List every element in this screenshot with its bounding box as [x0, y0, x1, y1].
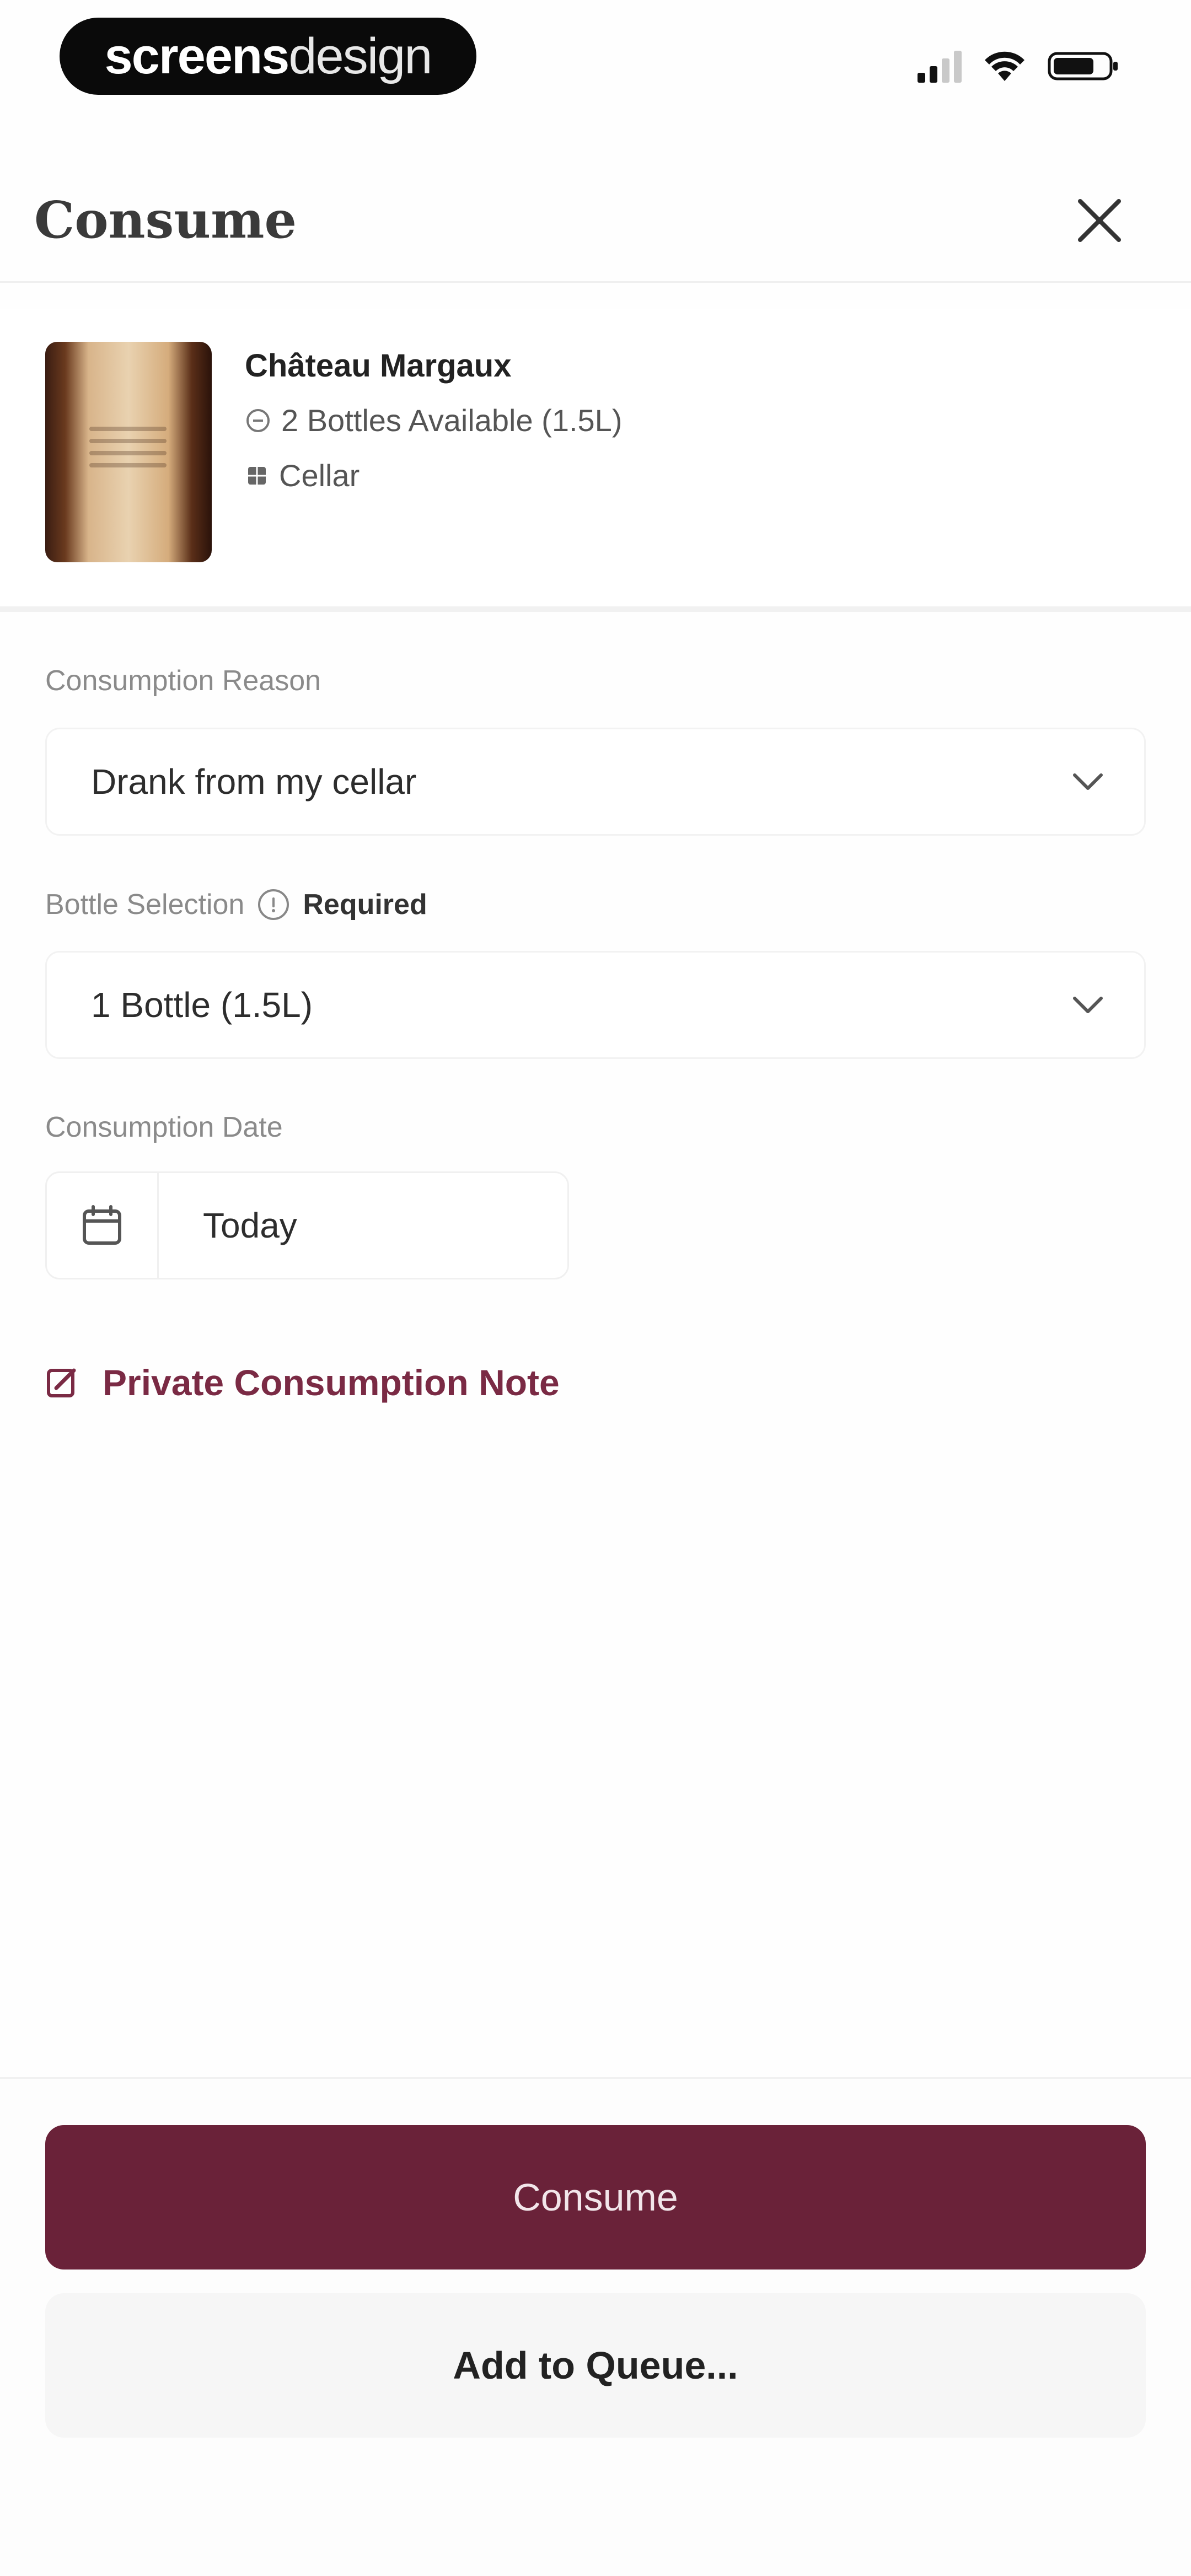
- add-to-queue-button[interactable]: Add to Queue...: [45, 2293, 1146, 2438]
- close-icon: [1078, 199, 1121, 242]
- consumption-reason-select[interactable]: Drank from my cellar: [45, 728, 1146, 836]
- consume-button[interactable]: Consume: [45, 2125, 1146, 2270]
- bottle-selection-label: Bottle Selection Required: [45, 888, 427, 922]
- chevron-down-icon: [1073, 997, 1103, 1013]
- consumption-date-label: Consumption Date: [45, 1111, 283, 1144]
- consumption-date-label-text: Consumption Date: [45, 1111, 283, 1143]
- consumption-date-field[interactable]: Today: [45, 1171, 569, 1279]
- wine-name: Château Margaux: [245, 348, 512, 384]
- status-bar: screens design: [0, 0, 1191, 127]
- wifi-icon: [984, 50, 1026, 82]
- edit-note-icon: [47, 1368, 76, 1397]
- brand-light-text: design: [288, 28, 432, 84]
- wine-availability: 2 Bottles Available (1.5L): [245, 402, 622, 438]
- calendar-button[interactable]: [47, 1173, 159, 1278]
- required-badge: Required: [303, 889, 427, 921]
- page-title: Consume: [34, 190, 297, 250]
- modal-header: Consume: [0, 160, 1191, 283]
- signal-icon: [918, 50, 962, 83]
- cellar-icon: [248, 466, 266, 485]
- consume-screen: screens design Consume Château Margaux 2…: [0, 0, 1191, 2576]
- bottle-selection-select[interactable]: 1 Bottle (1.5L): [45, 951, 1146, 1059]
- battery-icon: [1048, 50, 1119, 82]
- wine-location: Cellar: [245, 458, 360, 493]
- chevron-down-icon: [1073, 773, 1103, 790]
- brand-bold-text: screens: [104, 28, 290, 84]
- consumption-reason-label-text: Consumption Reason: [45, 665, 321, 697]
- consumption-date-value: Today: [203, 1206, 297, 1245]
- brand-logo: screens design: [60, 18, 476, 95]
- bottle-selection-value: 1 Bottle (1.5L): [91, 985, 313, 1025]
- availability-text: 2 Bottles Available (1.5L): [281, 403, 623, 438]
- location-text: Cellar: [279, 458, 360, 493]
- wine-summary: Château Margaux 2 Bottles Available (1.5…: [0, 309, 1191, 606]
- consumption-reason-value: Drank from my cellar: [91, 762, 417, 802]
- bottle-count-icon: [246, 408, 270, 432]
- calendar-icon: [83, 1205, 121, 1245]
- bottle-selection-label-text: Bottle Selection: [45, 889, 245, 921]
- wine-bottle-image: [45, 342, 212, 562]
- status-icons: [918, 50, 1119, 83]
- section-divider: [0, 606, 1191, 612]
- private-note-text: Private Consumption Note: [103, 1362, 560, 1403]
- consumption-reason-label: Consumption Reason: [45, 664, 321, 697]
- private-note-link[interactable]: Private Consumption Note: [45, 1362, 560, 1403]
- info-icon: [258, 889, 289, 920]
- close-button[interactable]: [1061, 182, 1138, 259]
